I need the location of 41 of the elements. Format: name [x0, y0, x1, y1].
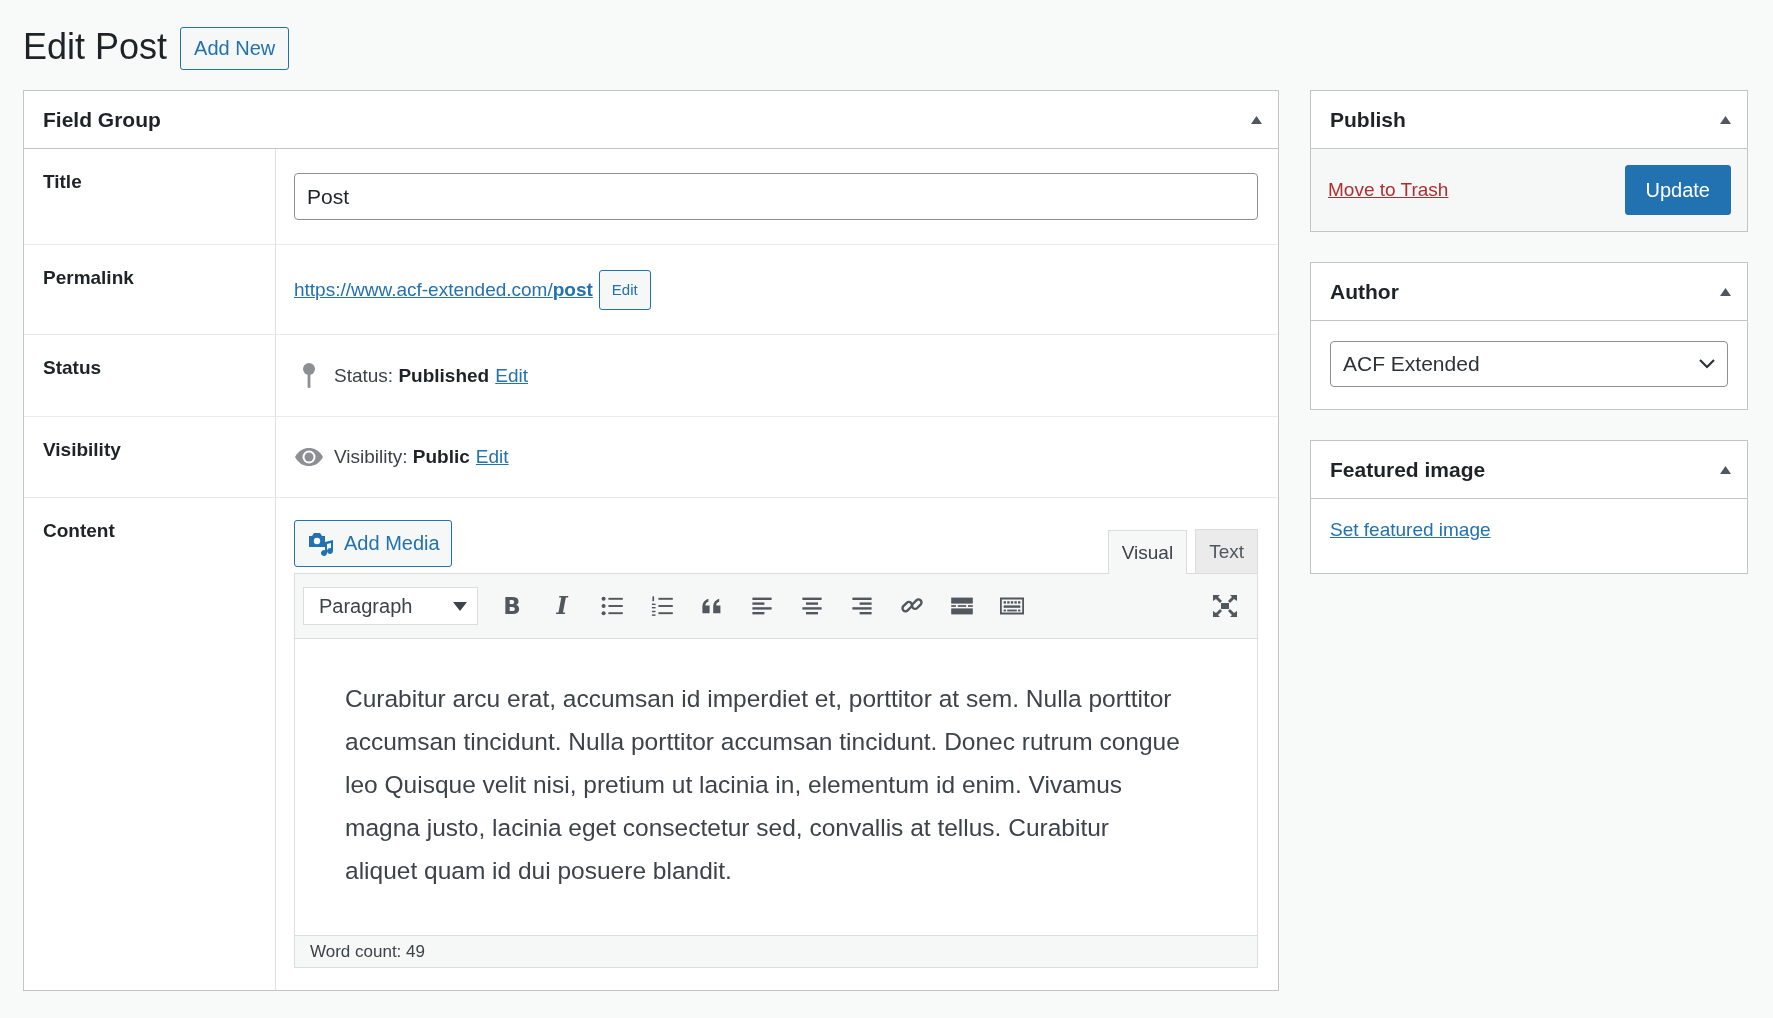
move-to-trash-link[interactable]: Move to Trash	[1328, 179, 1449, 201]
add-new-button[interactable]: Add New	[180, 27, 290, 70]
numbered-list-icon	[650, 594, 674, 618]
pin-icon	[302, 362, 316, 389]
visibility-text: Visibility: Public	[334, 446, 470, 468]
italic-button[interactable]: I	[538, 586, 586, 626]
panel-title: Featured image	[1330, 457, 1486, 482]
field-label: Status	[43, 357, 102, 379]
field-label: Content	[43, 520, 115, 542]
author-select[interactable]: ACF Extended	[1330, 341, 1728, 387]
media-icon	[308, 531, 334, 556]
eye-icon	[295, 448, 323, 466]
set-featured-image-link[interactable]: Set featured image	[1330, 519, 1491, 540]
chevron-down-icon	[1699, 359, 1715, 369]
add-media-button[interactable]: Add Media	[294, 520, 452, 567]
collapse-arrow-icon[interactable]	[1720, 465, 1731, 474]
format-select[interactable]: Paragraph	[303, 587, 478, 625]
word-count: Word count: 49	[310, 941, 425, 962]
editor-tab[interactable]: Visual	[1107, 530, 1188, 574]
permalink-link[interactable]: https://www.acf-extended.com/post	[294, 278, 593, 301]
page-title: Edit Post	[23, 26, 168, 68]
field-label: Permalink	[43, 267, 134, 289]
collapse-arrow-icon[interactable]	[1720, 115, 1731, 124]
panel-title: Field Group	[43, 107, 161, 132]
fullscreen-icon	[1213, 595, 1237, 617]
edit-link[interactable]: Edit	[475, 446, 509, 468]
panel-title: Publish	[1330, 107, 1406, 132]
collapse-arrow-icon[interactable]	[1720, 287, 1731, 296]
editor-tab[interactable]: Text	[1195, 529, 1258, 573]
title-input[interactable]: Post	[294, 173, 1258, 220]
caret-icon	[453, 601, 467, 611]
update-button[interactable]: Update	[1624, 165, 1731, 215]
edit-link[interactable]: Edit	[495, 364, 528, 387]
panel-title: Author	[1330, 279, 1399, 304]
bulleted-list-icon	[600, 594, 624, 618]
status-text: Status: Published	[334, 364, 490, 387]
collapse-arrow-icon[interactable]	[1251, 115, 1262, 124]
edit-button[interactable]: Edit	[598, 269, 651, 310]
bold-button[interactable]: B	[488, 586, 536, 626]
field-label: Visibility	[43, 439, 121, 461]
field-label: Title	[43, 171, 82, 193]
